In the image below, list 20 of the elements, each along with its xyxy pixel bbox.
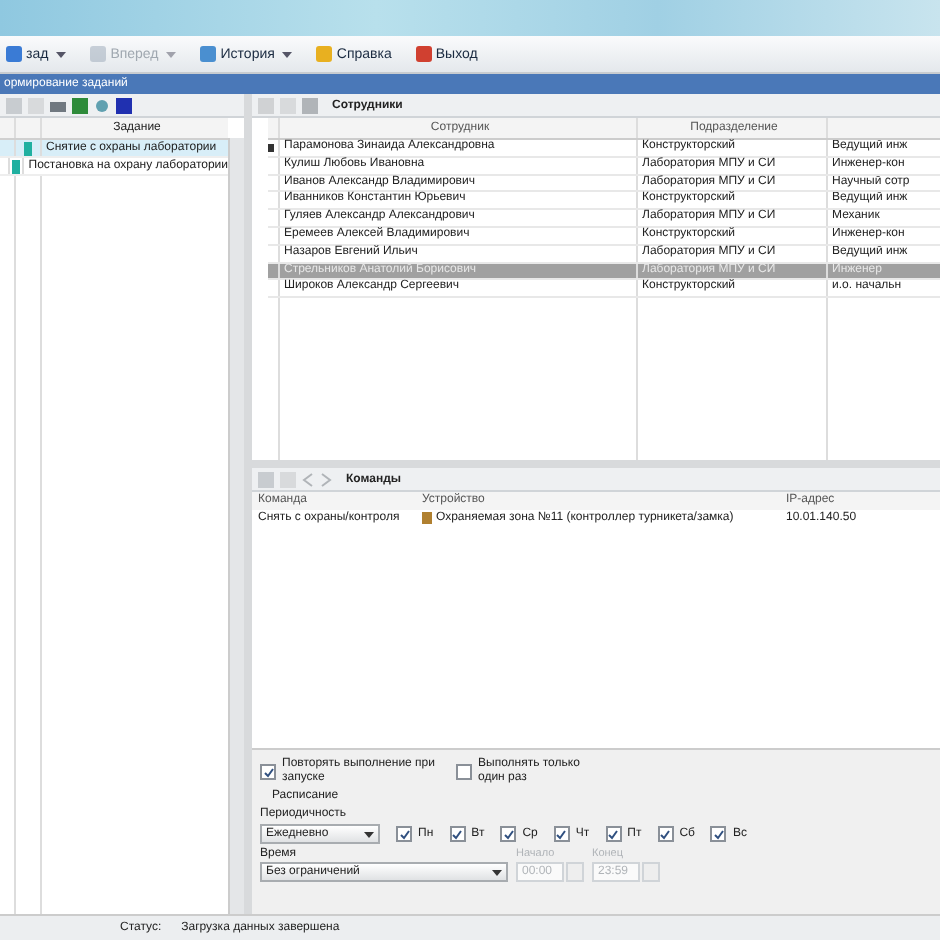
- menu-icon: [316, 46, 333, 62]
- checkbox[interactable]: [553, 826, 570, 842]
- menu-icon: [415, 46, 432, 62]
- checkbox[interactable]: [657, 826, 674, 842]
- menu-icon: [6, 46, 22, 62]
- spin-button[interactable]: [642, 862, 660, 882]
- toolbar-icon[interactable]: [94, 97, 110, 113]
- checkbox[interactable]: [605, 826, 622, 842]
- menu-icon: [90, 46, 107, 62]
- caret-icon: [492, 869, 502, 875]
- caret-icon: [364, 831, 374, 837]
- checkbox[interactable]: [456, 764, 472, 780]
- menu-icon: [200, 46, 217, 62]
- checkbox[interactable]: [710, 826, 727, 842]
- checkbox[interactable]: [449, 826, 466, 842]
- checkbox[interactable]: [260, 764, 276, 780]
- spin-button[interactable]: [566, 862, 584, 882]
- scrollbar[interactable]: [228, 138, 244, 914]
- checkbox[interactable]: [500, 826, 517, 842]
- checkbox[interactable]: [396, 826, 412, 842]
